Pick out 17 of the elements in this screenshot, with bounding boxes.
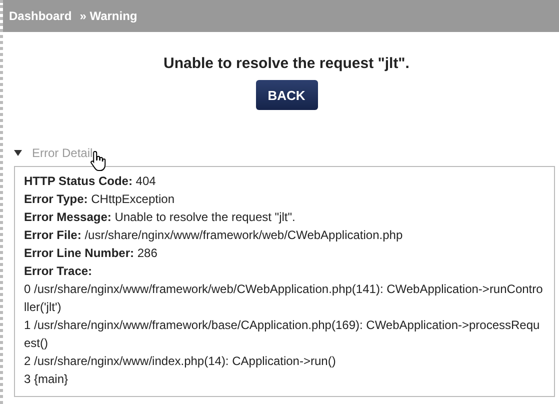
detail-line: Error Type: CHttpException (24, 191, 176, 208)
expand-triangle-icon[interactable] (14, 150, 22, 156)
breadcrumb-link[interactable]: » Warning (80, 9, 138, 23)
error-detail-toggle[interactable]: Error Detail (32, 146, 93, 160)
trace-line: 3 {main} (24, 371, 70, 388)
breadcrumb-link[interactable]: Dashboard (9, 9, 72, 23)
error-message: Unable to resolve the request "jlt". (162, 55, 410, 72)
back-button[interactable]: BACK (256, 80, 318, 110)
detail-line: Error Trace: (24, 263, 94, 280)
trace-line: 2 /usr/share/nginx/www/index.php(14): CApplication->run() (24, 353, 337, 370)
detail-line: Error Message: Unable to resolve the request "jlt". (24, 209, 296, 226)
hand-cursor-icon (90, 150, 108, 172)
detail-line: Error File: /usr/share/nginx/www/framework/web/CWebApplication.php (24, 227, 404, 244)
detail-line: HTTP Status Code: 404 (24, 173, 157, 190)
trace-line: 1 /usr/share/nginx/www/framework/base/CApplication.php(169): CWebApplication->processRequest() (24, 317, 541, 352)
detail-line: Error Line Number: 286 (24, 245, 158, 262)
trace-line: 0 /usr/share/nginx/www/framework/web/CWebApplication.php(141): CWebApplication->runController('jlt') (24, 281, 544, 316)
